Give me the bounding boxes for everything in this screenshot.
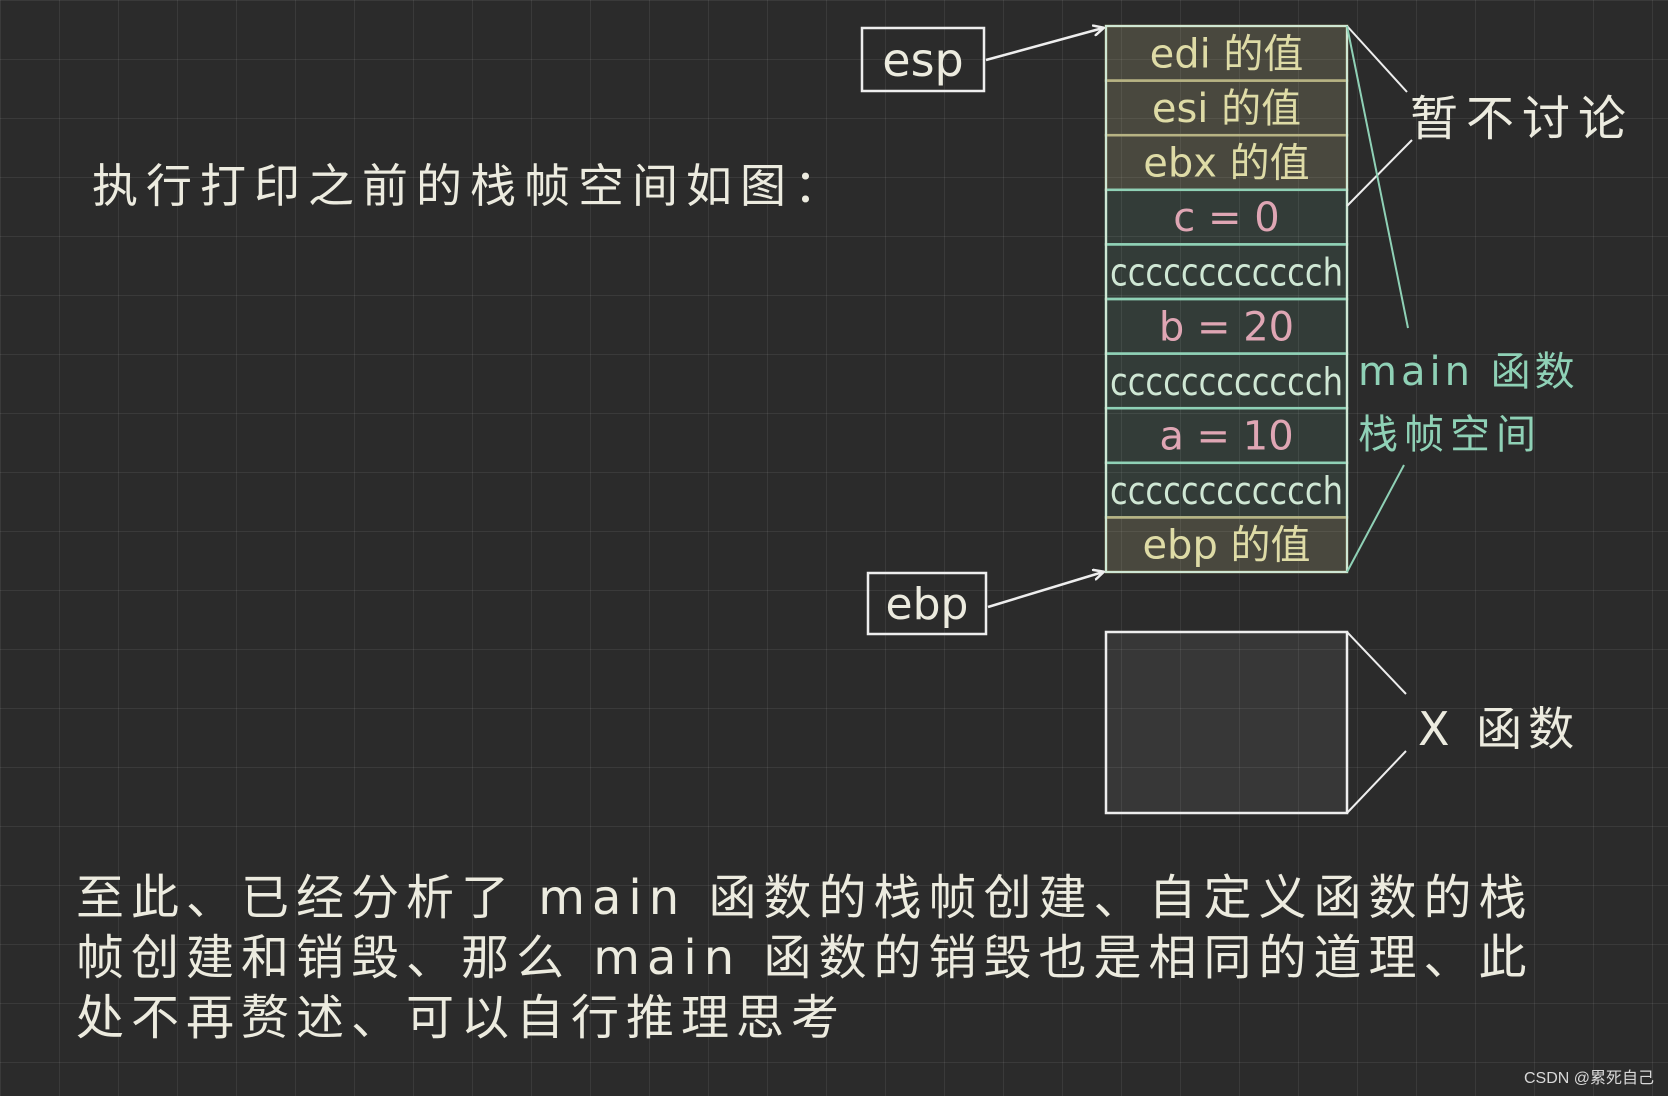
var-a-cell-label: a = 10 [1159,414,1293,460]
main-frame-label-line1: main 函数 [1358,349,1579,395]
notes-line-2: 帧创建和销毁、那么 main 函数的销毁也是相同的道理、此 [76,930,1534,986]
padding-cell-3-label: cccccccccccch [1110,469,1343,513]
edi-value-cell-label: edi 的值 [1150,31,1304,77]
x-frame-label: X 函数 [1418,702,1580,756]
esp-arrow [985,28,1103,62]
registers-note: 暂不讨论 [1410,91,1634,147]
main-frame-brace-bottom [1346,464,1405,573]
summary-notes: 至此、已经分析了 main 函数的栈帧创建、自定义函数的栈 帧创建和销毁、那么 … [76,868,1533,1048]
main-frame-brace-top [1346,25,1409,329]
ebx-value-cell-label: ebx 的值 [1143,141,1309,187]
var-b-cell-label: b = 20 [1159,304,1294,350]
padding-cell-1-label: cccccccccccch [1110,251,1343,295]
padding-cell-2-label: cccccccccccch [1110,360,1343,404]
ebp-arrow [987,572,1103,609]
x-frame-brace-top [1346,631,1407,695]
source-credit: CSDN @累死自己 [1523,1070,1654,1087]
registers-brace-bottom [1346,139,1413,207]
esi-value-cell-label: esi 的值 [1152,86,1301,132]
esp-label: esp [882,33,963,87]
ebp-value-cell-label: ebp 的值 [1142,523,1310,569]
x-frame-brace-bottom [1346,750,1407,814]
notes-line-1: 至此、已经分析了 main 函数的栈帧创建、自定义函数的栈 [76,870,1534,926]
stack-column: edi 的值 esi 的值 ebx 的值 c = 0 cccccccccccch b = … [1104,24,1349,574]
registers-brace-top [1346,25,1408,93]
notes-line-3: 处不再赘述、可以自行推理思考 [76,990,847,1046]
main-frame-label-line2: 栈帧空间 [1358,412,1542,458]
x-function-frame [1104,630,1349,815]
var-c-cell-label: c = 0 [1173,195,1279,241]
intro-text: 执行打印之前的栈帧空间如图： [92,159,848,213]
ebp-label: ebp [886,579,969,630]
